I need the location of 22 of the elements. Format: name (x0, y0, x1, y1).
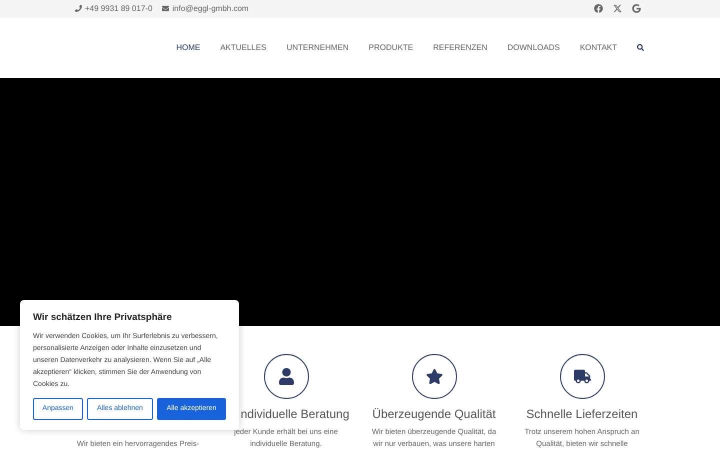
phone-number: +49 9931 89 017-0 (85, 2, 152, 15)
nav-link[interactable]: HOME (176, 42, 200, 54)
nav-link[interactable]: PRODUKTE (368, 42, 414, 54)
nav-link[interactable]: DOWNLOADS (507, 42, 560, 54)
google-icon[interactable] (632, 4, 641, 14)
search-icon[interactable] (637, 44, 644, 52)
phone-icon (75, 5, 82, 12)
nav-link[interactable]: AKTUELLES (220, 42, 266, 54)
star-icon (426, 368, 442, 384)
email-address: info@eggl-gmbh.com (172, 2, 249, 15)
user-icon (278, 368, 294, 384)
nav-link[interactable]: UNTERNEHMEN (286, 42, 349, 54)
email-icon (162, 5, 170, 12)
cookie-title: Wir schätzen Ihre Privatsphäre (33, 311, 173, 325)
nav-link[interactable]: REFERENZEN (433, 42, 488, 54)
truck-icon (574, 368, 590, 384)
feature-title: Überzeugende Qualität (372, 406, 496, 423)
x-icon[interactable] (613, 4, 622, 14)
nav-link[interactable]: KONTAKT (580, 42, 617, 54)
feature-title: ndividuelle Beratung (240, 406, 350, 423)
facebook-icon[interactable] (594, 4, 603, 14)
feature-title: Schnelle Lieferzeiten (526, 406, 638, 423)
